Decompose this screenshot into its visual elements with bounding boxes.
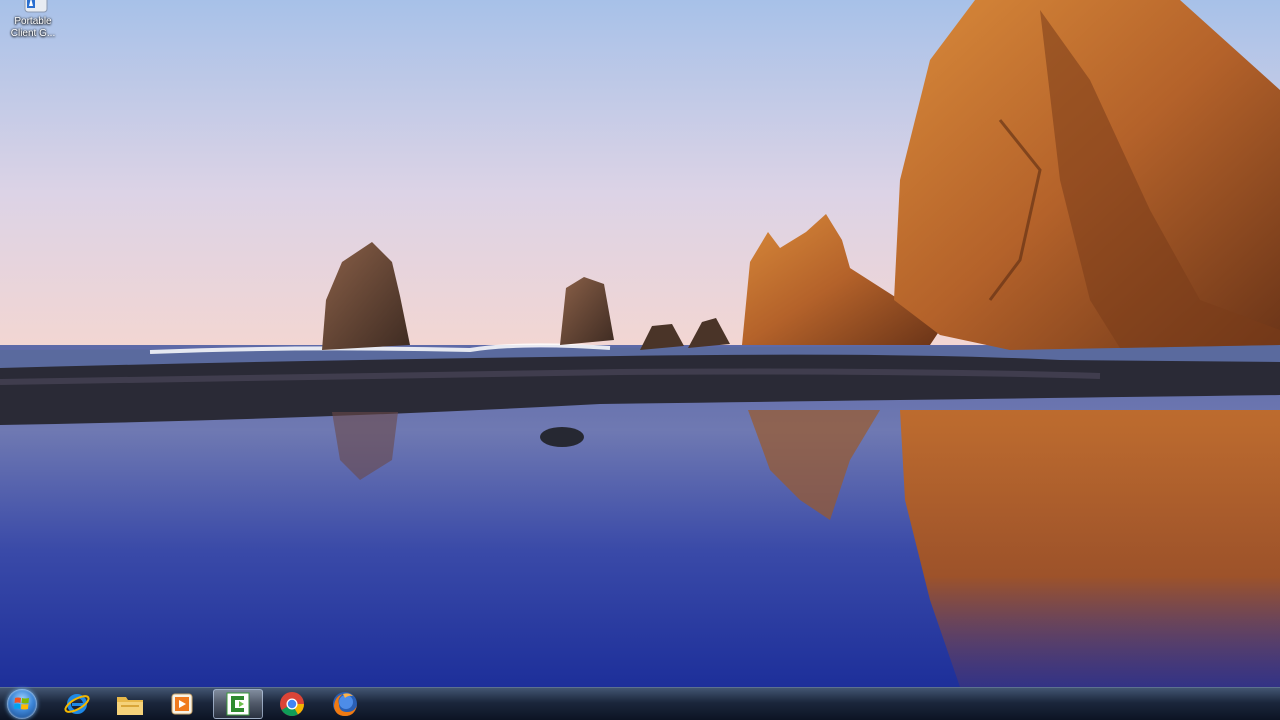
firefox-icon bbox=[333, 692, 357, 716]
file-explorer-folder-icon bbox=[117, 697, 143, 715]
desktop: Portable Client G... bbox=[0, 0, 1280, 687]
camtasia-icon bbox=[226, 692, 250, 716]
taskbar-file-explorer[interactable] bbox=[108, 689, 152, 719]
desktop-icon-label: Portable Client G... bbox=[10, 16, 56, 39]
media-player-icon bbox=[171, 693, 193, 715]
taskbar-chrome[interactable] bbox=[270, 689, 314, 719]
taskbar-internet-explorer[interactable] bbox=[55, 689, 99, 719]
taskbar-media-player[interactable] bbox=[160, 689, 204, 719]
desktop-icon-portable-client[interactable]: Portable Client G... bbox=[4, 0, 62, 44]
desktop-wallpaper bbox=[0, 0, 1280, 687]
taskbar-firefox[interactable] bbox=[323, 689, 367, 719]
chrome-icon bbox=[280, 692, 304, 717]
start-button[interactable] bbox=[2, 689, 42, 719]
portable-client-icon bbox=[17, 0, 49, 14]
taskbar bbox=[0, 687, 1280, 720]
internet-explorer-icon bbox=[64, 694, 90, 714]
taskbar-camtasia[interactable] bbox=[213, 689, 263, 719]
windows-orb-icon bbox=[7, 689, 37, 719]
